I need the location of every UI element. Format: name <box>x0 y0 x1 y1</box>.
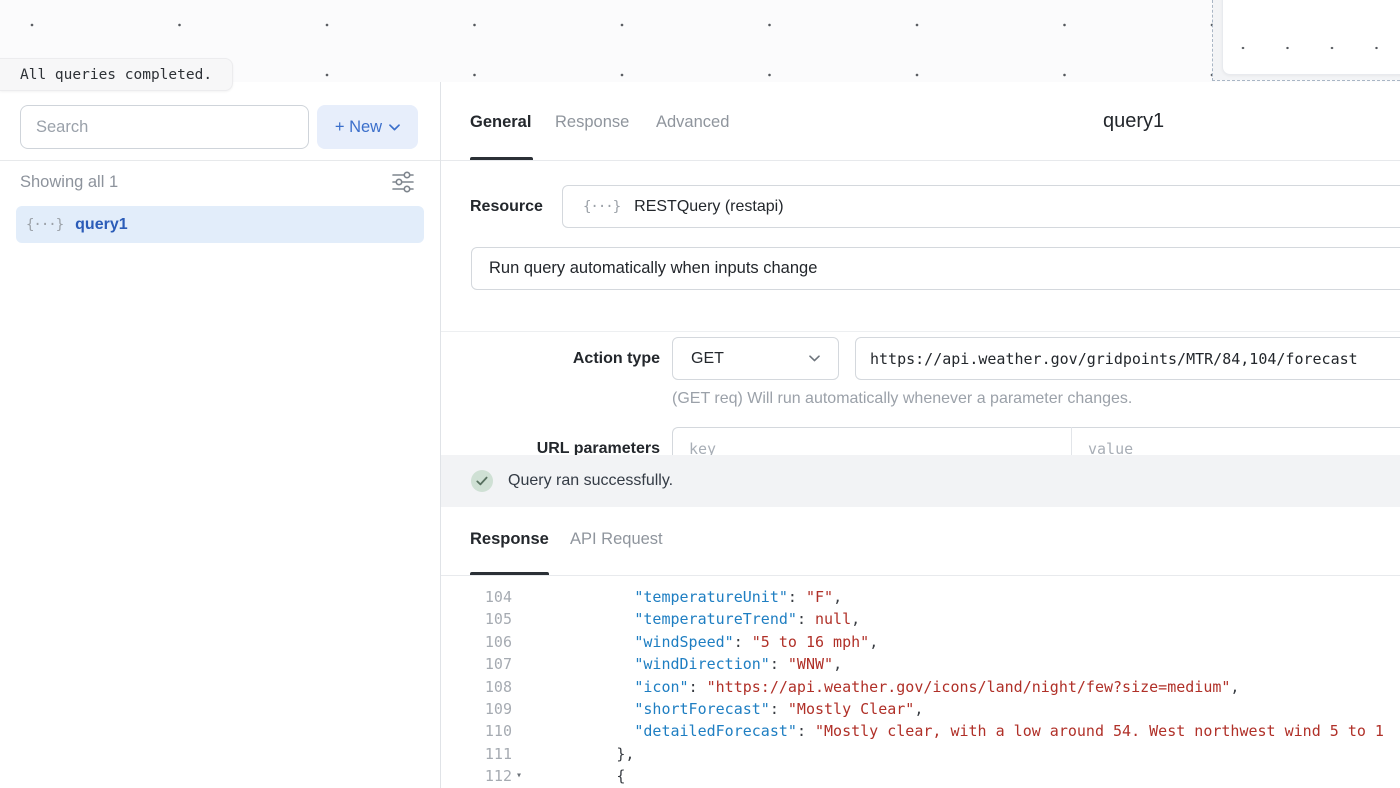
tab-response[interactable]: Response <box>555 113 629 132</box>
query-result-panel: Query ran successfully. Response API Req… <box>441 455 1400 788</box>
tab-advanced[interactable]: Advanced <box>656 113 729 132</box>
line-number: 111 <box>441 743 512 765</box>
tab-general[interactable]: General <box>470 113 531 132</box>
chevron-down-icon <box>389 124 400 131</box>
toast-message: All queries completed. <box>20 67 212 83</box>
queries-completed-toast: All queries completed. <box>0 58 233 91</box>
query-name: query1 <box>75 216 127 234</box>
code-line: 111 }, <box>441 743 1400 765</box>
section-divider <box>441 331 1400 332</box>
fold-gutter <box>512 586 526 608</box>
fold-arrow-icon[interactable]: ▾ <box>512 765 526 787</box>
query-status-bar: Query ran successfully. <box>441 455 1400 507</box>
fold-gutter <box>512 720 526 742</box>
line-number: 107 <box>441 653 512 675</box>
code-text: "icon": "https://api.weather.gov/icons/l… <box>526 676 1239 698</box>
tab-api-request[interactable]: API Request <box>570 530 663 549</box>
sidebar-divider <box>0 160 440 161</box>
run-mode-value: Run query automatically when inputs chan… <box>489 259 817 278</box>
braces-icon: {···} <box>26 217 63 233</box>
code-line: 108 "icon": "https://api.weather.gov/ico… <box>441 676 1400 698</box>
resource-select[interactable]: {···} RESTQuery (restapi) <box>562 185 1400 228</box>
search-input[interactable] <box>20 105 309 149</box>
code-text: "temperatureTrend": null, <box>526 608 860 630</box>
line-number: 108 <box>441 676 512 698</box>
code-line: 109 "shortForecast": "Mostly Clear", <box>441 698 1400 720</box>
showing-count-label: Showing all 1 <box>20 173 118 192</box>
retool-query-editor: All queries completed. + New Showing all… <box>0 0 1400 788</box>
filter-button[interactable] <box>389 170 417 196</box>
http-method-value: GET <box>691 350 724 368</box>
run-mode-select[interactable]: Run query automatically when inputs chan… <box>471 247 1400 290</box>
fold-gutter <box>512 743 526 765</box>
code-text: }, <box>526 743 634 765</box>
query-editor-panel: General Response Advanced query1 Resourc… <box>441 82 1400 788</box>
query-list-sidebar: + New Showing all 1 {···} query1 <box>0 82 440 788</box>
fold-gutter <box>512 653 526 675</box>
run-helper-text: (GET req) Will run automatically wheneve… <box>672 390 1132 408</box>
fold-gutter <box>512 631 526 653</box>
braces-icon: {···} <box>583 199 620 215</box>
code-lines: 104 "temperatureUnit": "F",105 "temperat… <box>441 586 1400 788</box>
query-title: query1 <box>1103 110 1164 133</box>
resource-label: Resource <box>470 198 543 216</box>
code-text: "detailedForecast": "Mostly clear, with … <box>526 720 1384 742</box>
new-query-button[interactable]: + New <box>317 105 418 149</box>
code-text: "temperatureUnit": "F", <box>526 586 842 608</box>
active-result-tab-underline <box>470 572 549 575</box>
code-text: "windSpeed": "5 to 16 mph", <box>526 631 878 653</box>
code-text: "windDirection": "WNW", <box>526 653 842 675</box>
action-type-label: Action type <box>470 350 660 368</box>
code-line: 106 "windSpeed": "5 to 16 mph", <box>441 631 1400 653</box>
line-number: 104 <box>441 586 512 608</box>
request-url-input[interactable] <box>855 337 1400 380</box>
editor-tab-bar: General Response Advanced query1 <box>441 82 1400 161</box>
http-method-select[interactable]: GET <box>672 337 839 380</box>
line-number: 109 <box>441 698 512 720</box>
code-text: "shortForecast": "Mostly Clear", <box>526 698 923 720</box>
active-tab-underline <box>470 157 533 160</box>
code-line: 105 "temperatureTrend": null, <box>441 608 1400 630</box>
line-number: 105 <box>441 608 512 630</box>
check-circle-icon <box>471 470 493 492</box>
line-number: 110 <box>441 720 512 742</box>
tab-result-response[interactable]: Response <box>470 530 549 549</box>
fold-gutter <box>512 676 526 698</box>
code-text: { <box>526 765 625 787</box>
line-number: 112 <box>441 765 512 787</box>
sliders-icon <box>390 170 416 194</box>
fold-gutter <box>512 698 526 720</box>
line-number: 106 <box>441 631 512 653</box>
code-line: 104 "temperatureUnit": "F", <box>441 586 1400 608</box>
selection-dashed-border-vertical <box>1212 0 1213 81</box>
sidebar-item-query1[interactable]: {···} query1 <box>16 206 424 243</box>
new-query-button-label: + New <box>335 118 382 137</box>
selection-dashed-border-horizontal <box>1212 80 1400 81</box>
response-json-viewer[interactable]: 104 "temperatureUnit": "F",105 "temperat… <box>441 576 1400 788</box>
code-line: 107 "windDirection": "WNW", <box>441 653 1400 675</box>
resource-value: RESTQuery (restapi) <box>634 198 783 216</box>
fold-gutter <box>512 608 526 630</box>
code-line: 110 "detailedForecast": "Mostly clear, w… <box>441 720 1400 742</box>
query-status-text: Query ran successfully. <box>508 472 673 490</box>
code-line: 112▾ { <box>441 765 1400 787</box>
chevron-down-icon <box>809 355 820 362</box>
canvas-component-container[interactable] <box>1222 0 1400 75</box>
result-tab-bar: Response API Request <box>441 507 1400 576</box>
